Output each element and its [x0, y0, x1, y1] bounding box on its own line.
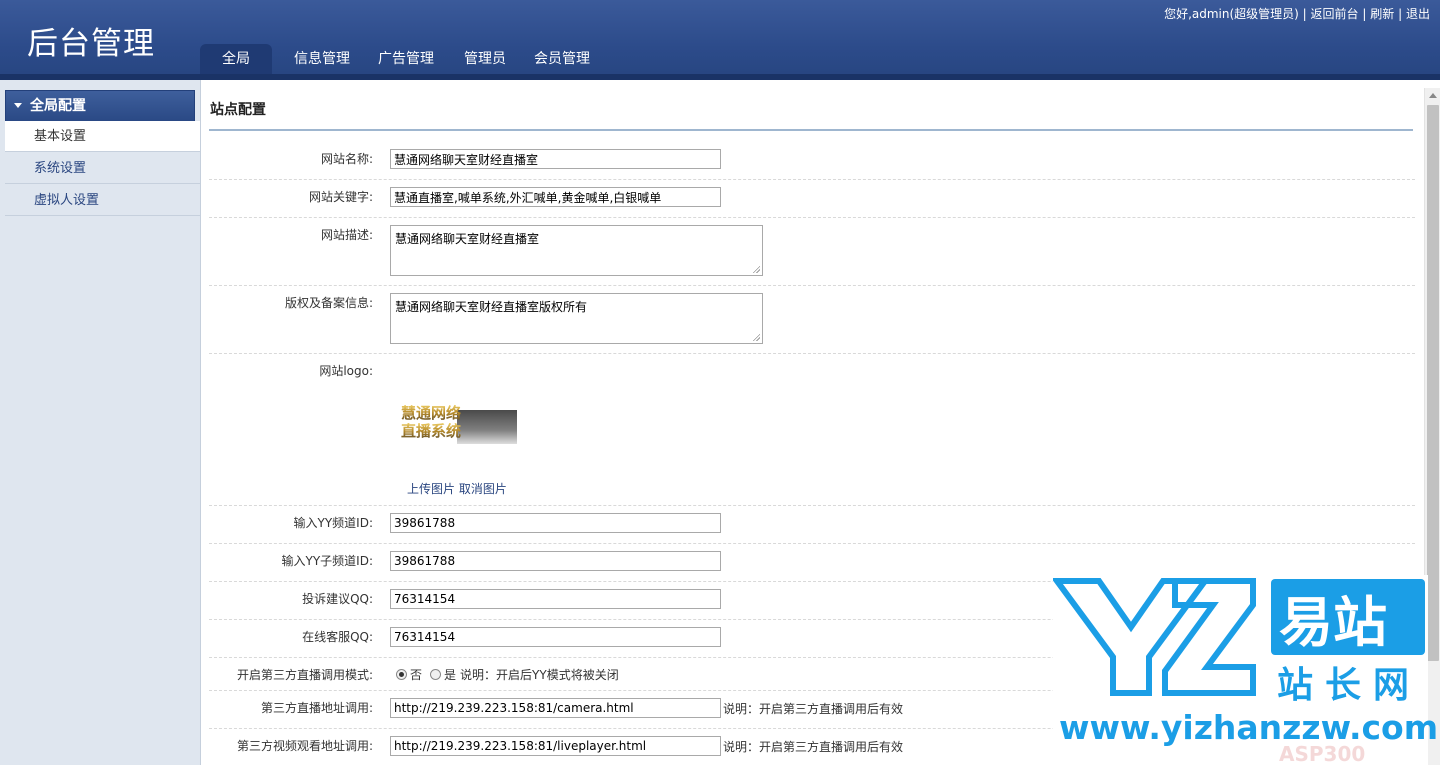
description-textarea[interactable]: 慧通网络聊天室财经直播室: [390, 225, 763, 276]
copyright-textarea[interactable]: 慧通网络聊天室财经直播室版权所有: [390, 293, 763, 344]
scrollbar-thumb[interactable]: [1427, 105, 1439, 661]
form-row-site-name: 网站名称:: [209, 142, 1415, 180]
tab-member-manage[interactable]: 会员管理: [520, 44, 604, 74]
form-row-copyright: 版权及备案信息: 慧通网络聊天室财经直播室版权所有: [209, 286, 1415, 354]
copyright-label: 版权及备案信息:: [284, 296, 373, 310]
resize-grip-icon[interactable]: [752, 333, 760, 341]
refresh-link[interactable]: 刷新: [1370, 7, 1394, 21]
radio-no[interactable]: [396, 669, 407, 680]
form-row-description: 网站描述: 慧通网络聊天室财经直播室: [209, 218, 1415, 286]
separator: |: [1398, 7, 1403, 21]
upload-image-link[interactable]: 上传图片: [407, 482, 455, 496]
yy-sub-channel-label: 输入YY子频道ID:: [281, 554, 373, 568]
sidebar-heading[interactable]: 全局配置: [5, 90, 195, 122]
complaint-qq-label: 投诉建议QQ:: [302, 592, 373, 606]
sidebar-heading-label: 全局配置: [30, 98, 86, 114]
description-text: 慧通网络聊天室财经直播室: [395, 232, 540, 246]
watermark-cn-top: 易站: [1279, 591, 1387, 654]
logo-actions: 上传图片 取消图片: [407, 480, 507, 497]
caret-down-icon: [14, 102, 22, 108]
third-party-mode-radios: 否 是 说明：开启后YY模式将被关闭: [394, 666, 619, 683]
title-divider: [209, 129, 1413, 131]
separator: |: [1362, 7, 1367, 21]
form-row-keywords: 网站关键字:: [209, 180, 1415, 218]
tab-ad-manage[interactable]: 广告管理: [364, 44, 448, 74]
sidebar: 全局配置 基本设置 系统设置 虚拟人设置: [0, 80, 201, 765]
tab-info-manage[interactable]: 信息管理: [280, 44, 364, 74]
live-url-note: 说明：开启第三方直播调用后有效: [723, 702, 904, 716]
keywords-label: 网站关键字:: [308, 190, 373, 204]
logo-text-line2: 直播系统: [401, 422, 461, 440]
page-title: 站点配置: [210, 102, 266, 118]
logout-link[interactable]: 退出: [1406, 7, 1430, 21]
service-qq-label: 在线客服QQ:: [302, 630, 373, 644]
radio-yes-label: 是: [444, 668, 457, 682]
site-name-input[interactable]: [390, 149, 721, 169]
complaint-qq-input[interactable]: [390, 589, 721, 609]
scroll-up-icon[interactable]: [1425, 88, 1440, 104]
sidebar-item-virtual-user-settings[interactable]: 虚拟人设置: [5, 185, 200, 216]
live-url-label: 第三方直播地址调用:: [260, 701, 373, 715]
keywords-input[interactable]: [390, 187, 721, 207]
yy-channel-input[interactable]: [390, 513, 721, 533]
back-to-front-link[interactable]: 返回前台: [1311, 7, 1359, 21]
app-title: 后台管理: [27, 26, 155, 62]
cancel-image-link[interactable]: 取消图片: [459, 482, 507, 496]
service-qq-input[interactable]: [390, 627, 721, 647]
main-nav: 全局 信息管理 广告管理 管理员 会员管理: [200, 44, 604, 74]
sidebar-item-basic-settings[interactable]: 基本设置: [5, 121, 200, 152]
watermark-url: www.yizhanzzw.com: [1059, 708, 1439, 747]
form-row-logo: 网站logo: 慧通网络 直播系统 上传图片 取消图片: [209, 354, 1415, 506]
video-url-note: 说明：开启第三方直播调用后有效: [723, 740, 904, 754]
sidebar-item-system-settings[interactable]: 系统设置: [5, 153, 200, 184]
top-user-bar: 您好,admin(超级管理员) | 返回前台 | 刷新 | 退出: [1164, 5, 1430, 22]
third-party-mode-note: 说明：开启后YY模式将被关闭: [460, 668, 619, 682]
watermark-cn-bottom: 站长网: [1277, 665, 1421, 706]
site-logo-image: 慧通网络 直播系统: [401, 404, 517, 444]
description-label: 网站描述:: [320, 228, 373, 242]
logo-label: 网站logo:: [319, 364, 373, 378]
video-url-input[interactable]: [390, 736, 721, 756]
form-row-yy-channel: 输入YY频道ID:: [209, 506, 1415, 544]
top-header: 后台管理 您好,admin(超级管理员) | 返回前台 | 刷新 | 退出 全局…: [0, 0, 1440, 80]
live-url-input[interactable]: [390, 698, 721, 718]
tab-admins[interactable]: 管理员: [448, 44, 520, 74]
separator: |: [1302, 7, 1307, 21]
yy-channel-label: 输入YY频道ID:: [293, 516, 373, 530]
yy-sub-channel-input[interactable]: [390, 551, 721, 571]
copyright-text: 慧通网络聊天室财经直播室版权所有: [395, 300, 588, 314]
logo-text-line1: 慧通网络: [401, 404, 461, 422]
greeting-text: 您好,admin(超级管理员): [1164, 7, 1299, 21]
tab-global[interactable]: 全局: [200, 44, 272, 74]
third-party-mode-label: 开启第三方直播调用模式:: [236, 668, 373, 682]
site-name-label: 网站名称:: [320, 152, 373, 166]
radio-no-label: 否: [410, 668, 423, 682]
video-url-label: 第三方视频观看地址调用:: [236, 739, 373, 753]
radio-yes[interactable]: [430, 669, 442, 680]
resize-grip-icon[interactable]: [752, 265, 760, 273]
